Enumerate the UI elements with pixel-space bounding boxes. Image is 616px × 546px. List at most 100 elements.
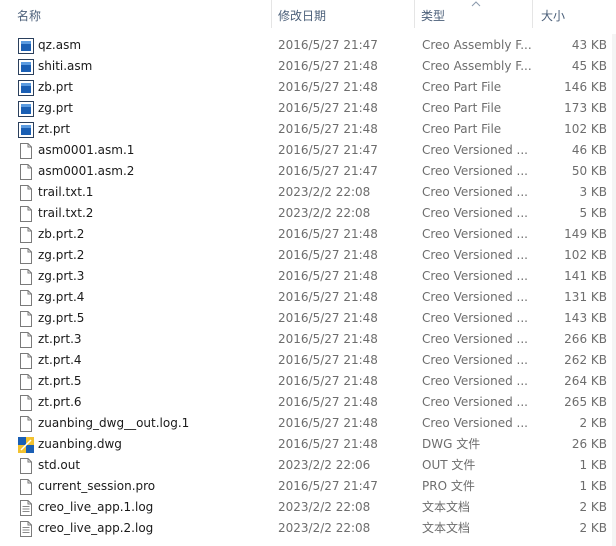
file-modified-date: 2016/5/27 21:48 (278, 101, 378, 115)
file-size: 264 KB (564, 374, 607, 388)
file-size: 149 KB (564, 227, 607, 241)
blank-file-icon (17, 478, 35, 496)
file-size: 3 KB (579, 185, 607, 199)
file-type: Creo Versioned ... (422, 164, 528, 178)
blank-file-icon (17, 373, 35, 391)
creo-model-icon (17, 100, 35, 118)
file-size: 45 KB (571, 59, 607, 73)
file-row[interactable]: asm0001.asm.1 2016/5/27 21:47 Creo Version… (0, 140, 616, 161)
file-row[interactable]: creo_live_app.2.log 2023/2/2 22:08 文本文档 2 K… (0, 518, 616, 539)
creo-drawing-icon (17, 436, 35, 454)
file-type: Creo Versioned ... (422, 311, 528, 325)
file-size: 46 KB (571, 143, 607, 157)
file-row[interactable]: zt.prt.5 2016/5/27 21:48 Creo Versioned ..… (0, 371, 616, 392)
file-size: 102 KB (564, 122, 607, 136)
file-size: 266 KB (564, 332, 607, 346)
file-modified-date: 2023/2/2 22:08 (278, 521, 371, 535)
blank-file-icon (17, 331, 35, 349)
file-name: creo_live_app.1.log (38, 500, 154, 514)
file-size: 1 KB (579, 479, 607, 493)
file-size: 26 KB (571, 437, 607, 451)
file-modified-date: 2016/5/27 21:48 (278, 395, 378, 409)
file-row[interactable]: zt.prt.6 2016/5/27 21:48 Creo Versioned ..… (0, 392, 616, 413)
file-modified-date: 2023/2/2 22:06 (278, 458, 371, 472)
file-name: zg.prt (38, 101, 73, 115)
file-row[interactable]: creo_live_app.1.log 2023/2/2 22:08 文本文档 2 K… (0, 497, 616, 518)
chevron-up-icon (471, 1, 481, 7)
file-row[interactable]: zt.prt.4 2016/5/27 21:48 Creo Versioned ..… (0, 350, 616, 371)
file-type: Creo Versioned ... (422, 143, 528, 157)
file-modified-date: 2016/5/27 21:48 (278, 290, 378, 304)
file-size: 102 KB (564, 248, 607, 262)
file-row[interactable]: zb.prt.2 2016/5/27 21:48 Creo Versioned ..… (0, 224, 616, 245)
file-modified-date: 2023/2/2 22:08 (278, 206, 371, 220)
file-row[interactable]: trail.txt.1 2023/2/2 22:08 Creo Versioned … (0, 182, 616, 203)
text-file-icon (17, 499, 35, 517)
file-modified-date: 2016/5/27 21:48 (278, 248, 378, 262)
file-modified-date: 2016/5/27 21:47 (278, 38, 378, 52)
file-type: Creo Versioned ... (422, 185, 528, 199)
file-row[interactable]: current_session.pro 2016/5/27 21:47 PRO 文件… (0, 476, 616, 497)
file-row[interactable]: zuanbing_dwg__out.log.1 2016/5/27 21:48 Cr… (0, 413, 616, 434)
column-divider[interactable] (532, 0, 533, 28)
file-type: OUT 文件 (422, 458, 476, 472)
file-row[interactable]: zg.prt.3 2016/5/27 21:48 Creo Versioned ..… (0, 266, 616, 287)
file-name: zt.prt.3 (38, 332, 82, 346)
file-type: DWG 文件 (422, 437, 481, 451)
file-size: 265 KB (564, 395, 607, 409)
file-size: 141 KB (564, 269, 607, 283)
file-name: zt.prt.5 (38, 374, 82, 388)
file-modified-date: 2023/2/2 22:08 (278, 185, 371, 199)
file-modified-date: 2016/5/27 21:48 (278, 416, 378, 430)
file-row[interactable]: zg.prt.2 2016/5/27 21:48 Creo Versioned ..… (0, 245, 616, 266)
file-name: zg.prt.4 (38, 290, 85, 304)
file-size: 43 KB (571, 38, 607, 52)
file-size: 262 KB (564, 353, 607, 367)
file-row[interactable]: trail.txt.2 2023/2/2 22:08 Creo Versioned … (0, 203, 616, 224)
file-row[interactable]: shiti.asm 2016/5/27 21:48 Creo Assembly F.… (0, 56, 616, 77)
file-row[interactable]: qz.asm 2016/5/27 21:47 Creo Assembly F... 4… (0, 35, 616, 56)
file-modified-date: 2016/5/27 21:48 (278, 332, 378, 346)
file-size: 146 KB (564, 80, 607, 94)
file-name: trail.txt.1 (38, 185, 94, 199)
file-type: Creo Versioned ... (422, 248, 528, 262)
file-row[interactable]: zt.prt.3 2016/5/27 21:48 Creo Versioned ..… (0, 329, 616, 350)
file-row[interactable]: zg.prt.5 2016/5/27 21:48 Creo Versioned ..… (0, 308, 616, 329)
file-modified-date: 2016/5/27 21:48 (278, 374, 378, 388)
file-row[interactable]: asm0001.asm.2 2016/5/27 21:47 Creo Version… (0, 161, 616, 182)
file-row[interactable]: zg.prt.4 2016/5/27 21:48 Creo Versioned ..… (0, 287, 616, 308)
column-header-date[interactable]: 修改日期 (272, 0, 414, 34)
blank-file-icon (17, 394, 35, 412)
file-name: asm0001.asm.2 (38, 164, 135, 178)
blank-file-icon (17, 142, 35, 160)
file-modified-date: 2016/5/27 21:48 (278, 80, 378, 94)
blank-file-icon (17, 226, 35, 244)
file-modified-date: 2016/5/27 21:48 (278, 353, 378, 367)
file-row[interactable]: zg.prt 2016/5/27 21:48 Creo Part File 173 K… (0, 98, 616, 119)
file-type: Creo Versioned ... (422, 227, 528, 241)
file-type: Creo Assembly F... (422, 38, 532, 52)
column-header-bar: 名称 修改日期 类型 大小 (0, 0, 616, 34)
file-row[interactable]: zb.prt 2016/5/27 21:48 Creo Part File 146 K… (0, 77, 616, 98)
file-name: zt.prt.6 (38, 395, 82, 409)
column-header-size[interactable]: 大小 (535, 0, 616, 34)
file-name: shiti.asm (38, 59, 93, 73)
blank-file-icon (17, 247, 35, 265)
file-row[interactable]: zuanbing.dwg 2016/5/27 21:48 DWG 文件 26 KB (0, 434, 616, 455)
file-modified-date: 2016/5/27 21:48 (278, 311, 378, 325)
file-row[interactable]: zt.prt 2016/5/27 21:48 Creo Part File 102 K… (0, 119, 616, 140)
file-modified-date: 2016/5/27 21:48 (278, 437, 378, 451)
creo-model-icon (17, 121, 35, 139)
file-name: trail.txt.2 (38, 206, 94, 220)
file-row[interactable]: std.out 2023/2/2 22:06 OUT 文件 1 KB (0, 455, 616, 476)
vertical-scrollbar[interactable] (612, 34, 616, 546)
file-size: 2 KB (579, 500, 607, 514)
column-header-name[interactable]: 名称 (11, 0, 271, 34)
file-name: zg.prt.2 (38, 248, 85, 262)
file-modified-date: 2016/5/27 21:48 (278, 122, 378, 136)
file-name: zg.prt.3 (38, 269, 85, 283)
column-header-name-label: 名称 (17, 9, 42, 23)
file-modified-date: 2016/5/27 21:47 (278, 479, 378, 493)
file-modified-date: 2016/5/27 21:47 (278, 143, 378, 157)
blank-file-icon (17, 268, 35, 286)
